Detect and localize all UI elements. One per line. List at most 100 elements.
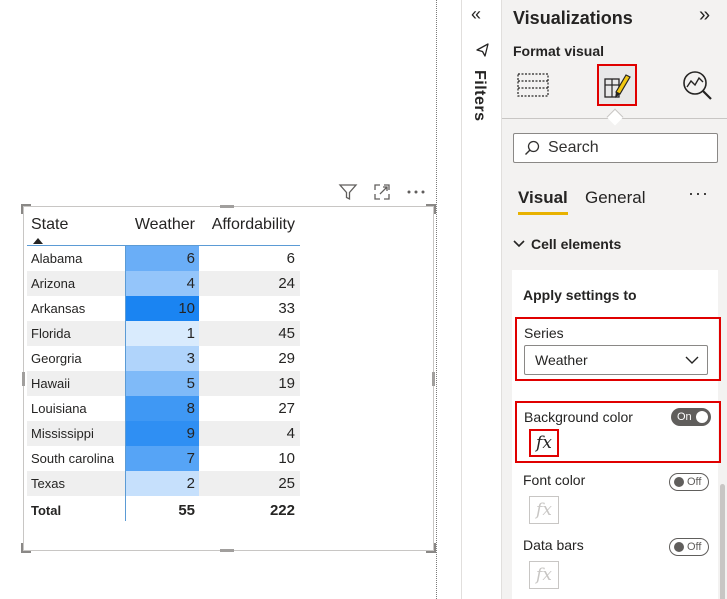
cell-state: Mississippi [31, 426, 94, 441]
cell-state: Arkansas [31, 301, 86, 316]
resize-corner-br[interactable] [426, 543, 436, 553]
table-total-row: Total 55 222 [27, 496, 300, 524]
toggle-state-text: Off [687, 541, 702, 553]
cell-affordability: 33 [278, 300, 295, 317]
report-canvas: State Weather Affordability Alabama 6 6 Ari… [0, 0, 436, 599]
paintbrush-icon [604, 74, 631, 98]
table-row[interactable]: Florida 1 45 [27, 321, 300, 346]
data-bars-toggle[interactable]: Off [669, 538, 709, 556]
background-color-toggle[interactable]: On [671, 408, 711, 426]
resize-handle-bottom[interactable] [220, 549, 234, 552]
resize-corner-bl[interactable] [21, 543, 31, 553]
table-row[interactable]: South carolina 7 10 [27, 446, 300, 471]
table-row[interactable]: Hawaii 5 19 [27, 371, 300, 396]
table-row[interactable]: Alabama 6 6 [27, 246, 300, 271]
focus-mode-icon[interactable] [370, 181, 394, 203]
tab-general[interactable]: General [585, 188, 645, 208]
cell-weather: 10 [125, 296, 199, 321]
cell-affordability: 24 [278, 275, 295, 292]
font-color-label: Font color [523, 472, 586, 488]
cell-affordability: 10 [278, 450, 295, 467]
cell-weather: 4 [125, 271, 199, 296]
build-visual-icon[interactable] [516, 68, 550, 104]
series-selected-value: Weather [535, 352, 588, 368]
data-bars-fx-button[interactable]: fx [529, 561, 559, 589]
search-icon [525, 140, 540, 155]
cell-affordability: 19 [278, 375, 295, 392]
collapse-chevrons-icon[interactable]: « [471, 4, 481, 25]
toggle-knob [696, 411, 708, 423]
analytics-icon[interactable] [680, 68, 714, 102]
filter-pane-icon[interactable] [476, 42, 490, 63]
toggle-knob [674, 542, 684, 552]
cell-elements-section-header[interactable]: Cell elements [513, 236, 621, 252]
cell-weather: 6 [125, 246, 199, 271]
cell-affordability: 25 [278, 475, 295, 492]
format-pane-body: Visual General ··· Cell elements Apply s… [502, 118, 727, 599]
visualizations-pane: Visualizations » Format visual Search Vi… [501, 0, 727, 599]
chevron-down-icon [685, 356, 699, 364]
apply-settings-label: Apply settings to [523, 287, 637, 303]
expand-chevrons-icon[interactable]: » [699, 4, 710, 27]
table-row[interactable]: Georgria 3 29 [27, 346, 300, 371]
cell-weather: 5 [125, 371, 199, 396]
cell-weather: 1 [125, 321, 199, 346]
visual-header [336, 180, 436, 204]
background-color-fx-button[interactable]: fx [529, 429, 559, 457]
font-color-fx-button[interactable]: fx [529, 496, 559, 524]
table-row[interactable]: Arkansas 10 33 [27, 296, 300, 321]
weather-column-divider [125, 246, 126, 521]
search-box[interactable] [513, 133, 718, 163]
cell-state: Hawaii [31, 376, 71, 391]
font-color-toggle[interactable]: Off [669, 473, 709, 491]
cell-elements-label: Cell elements [531, 236, 622, 252]
column-header-affordability[interactable]: Affordability [199, 208, 300, 245]
total-affordability: 222 [269, 501, 295, 519]
resize-handle-right[interactable] [432, 372, 435, 386]
more-options-button[interactable]: ··· [688, 183, 709, 204]
cell-elements-card: Apply settings to Series Weather Backgro… [512, 270, 721, 599]
resize-corner-tr[interactable] [426, 204, 436, 214]
tab-visual[interactable]: Visual [518, 188, 568, 215]
cell-affordability: 6 [286, 250, 295, 267]
cell-state: Alabama [31, 251, 83, 266]
cell-state: Georgria [31, 351, 82, 366]
filter-icon[interactable] [336, 181, 360, 203]
cell-weather: 8 [125, 396, 199, 421]
canvas-edge-divider [436, 0, 437, 599]
table-row[interactable]: Louisiana 8 27 [27, 396, 300, 421]
format-visual-button[interactable] [597, 64, 637, 106]
table-row[interactable]: Mississippi 9 4 [27, 421, 300, 446]
format-pane-scrollbar[interactable] [720, 484, 725, 599]
more-options-icon[interactable] [404, 181, 428, 203]
cell-weather: 3 [125, 346, 199, 371]
table-row[interactable]: Texas 2 25 [27, 471, 300, 496]
table-body: Alabama 6 6 Arizona 4 24 Arkansas 10 33 Florida 1 4… [27, 246, 300, 496]
cell-affordability: 45 [278, 325, 295, 342]
data-bars-label: Data bars [523, 537, 584, 553]
table-header-row: State Weather Affordability [27, 208, 300, 246]
filters-pane-title[interactable]: Filters [470, 70, 488, 122]
toggle-knob [674, 477, 684, 487]
toggle-state-text: On [677, 411, 692, 423]
toggle-state-text: Off [687, 476, 702, 488]
chevron-down-icon [513, 240, 525, 248]
cell-affordability: 29 [278, 350, 295, 367]
series-dropdown[interactable]: Weather [524, 345, 708, 375]
cell-state: South carolina [31, 451, 115, 466]
table-row[interactable]: Arizona 4 24 [27, 271, 300, 296]
resize-handle-left[interactable] [22, 372, 25, 386]
data-table: State Weather Affordability Alabama 6 6 Ari… [27, 208, 300, 524]
cell-weather: 2 [125, 471, 199, 496]
cell-state: Arizona [31, 276, 76, 291]
series-setting-group: Series Weather [515, 317, 721, 381]
cell-state: Texas [31, 476, 65, 491]
format-visual-label: Format visual [513, 43, 605, 59]
cell-affordability: 27 [278, 400, 295, 417]
column-header-weather[interactable]: Weather [125, 208, 199, 245]
background-color-label: Background color [524, 409, 633, 425]
cell-state: Florida [31, 326, 71, 341]
series-label: Series [524, 325, 564, 341]
visualizations-title: Visualizations [513, 8, 633, 28]
search-input[interactable] [548, 139, 708, 157]
